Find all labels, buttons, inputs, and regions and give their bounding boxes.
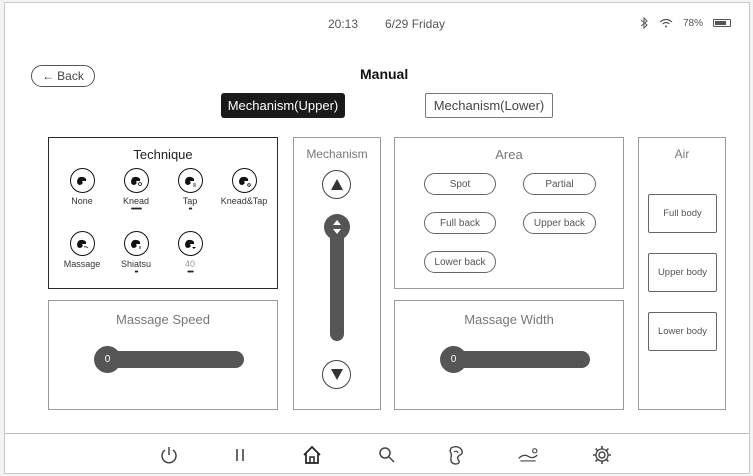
triangle-down-icon <box>330 369 343 380</box>
technique-label: 40 <box>184 259 195 269</box>
hand-knead-icon <box>123 168 149 193</box>
technique-dots: •••• <box>187 269 194 276</box>
status-bar: 20:13 6/29 Friday 78% <box>5 17 749 35</box>
status-icons: 78% <box>639 17 731 29</box>
area-panel: Area Spot Partial Full back Upper back L… <box>394 137 624 289</box>
hand-icon <box>69 168 95 193</box>
area-full-back-button[interactable]: Full back <box>424 212 496 234</box>
technique-label: None <box>71 196 93 206</box>
air-lower-body-button[interactable]: Lower body <box>648 312 717 351</box>
mechanism-position-knob[interactable] <box>324 214 350 240</box>
area-lower-back-button[interactable]: Lower back <box>424 251 496 273</box>
technique-title: Technique <box>133 147 193 162</box>
massage-speed-slider[interactable]: 0 <box>94 346 244 373</box>
power-icon[interactable] <box>158 444 180 466</box>
technique-label: Knead <box>122 196 150 206</box>
air-title: Air <box>674 147 690 161</box>
technique-label: Tap <box>182 196 198 206</box>
foot-massage-icon[interactable] <box>446 444 468 466</box>
massage-width-value: 0 <box>450 354 457 365</box>
technique-dots: ••••••• <box>130 206 142 213</box>
massage-speed-panel: Massage Speed 0 <box>48 300 278 410</box>
technique-dots: •• <box>134 269 139 276</box>
tab-mechanism-lower[interactable]: Mechanism(Lower) <box>425 93 553 118</box>
area-spot-button[interactable]: Spot <box>424 173 496 195</box>
massage-width-panel: Massage Width 0 <box>394 300 624 410</box>
pause-icon[interactable] <box>229 444 251 466</box>
bluetooth-icon <box>639 17 649 29</box>
area-upper-back-button[interactable]: Upper back <box>523 212 596 234</box>
technique-shiatsu[interactable]: Shiatsu •• <box>106 231 166 276</box>
home-icon[interactable] <box>301 444 323 466</box>
status-time: 20:13 <box>328 17 359 31</box>
battery-percent: 78% <box>682 17 703 29</box>
mechanism-up-button[interactable] <box>322 170 351 199</box>
technique-knead[interactable]: Knead ••••••• <box>106 168 166 213</box>
triangle-up-icon <box>330 179 343 190</box>
status-date: 6/29 Friday <box>385 17 446 31</box>
mechanism-panel: Mechanism <box>293 137 381 410</box>
mechanism-title: Mechanism <box>306 147 368 161</box>
back-button[interactable]: ← Back <box>31 65 95 87</box>
massage-speed-title: Massage Speed <box>116 312 210 327</box>
massage-width-title: Massage Width <box>464 312 554 327</box>
air-full-body-button[interactable]: Full body <box>648 194 717 233</box>
area-title: Area <box>495 147 523 162</box>
mechanism-down-button[interactable] <box>322 360 351 389</box>
recline-icon[interactable] <box>517 444 539 466</box>
air-upper-body-button[interactable]: Upper body <box>648 253 717 292</box>
hand-40-icon <box>177 231 203 256</box>
mechanism-position-slider[interactable] <box>324 214 350 341</box>
technique-dots: •• <box>188 206 193 213</box>
hand-tap-icon <box>177 168 203 193</box>
technique-label: Shiatsu <box>120 259 152 269</box>
settings-icon[interactable] <box>591 444 613 466</box>
hand-massage-icon <box>69 231 95 256</box>
page-title: Manual <box>360 66 409 82</box>
technique-tap[interactable]: Tap •• <box>160 168 220 213</box>
back-arrow-icon: ← <box>42 69 55 83</box>
back-button-label: Back <box>57 69 84 83</box>
technique-label: Massage <box>63 259 101 269</box>
massage-speed-value: 0 <box>104 354 111 365</box>
technique-label: Knead&Tap <box>220 196 268 206</box>
hand-shiatsu-icon <box>123 231 149 256</box>
up-down-arrows-icon <box>333 220 341 234</box>
technique-massage[interactable]: Massage <box>52 231 112 269</box>
area-partial-button[interactable]: Partial <box>523 173 596 195</box>
technique-40[interactable]: 40 •••• <box>160 231 220 276</box>
technique-panel: Technique None Knead ••••••• Tap •• Knea… <box>48 137 278 289</box>
search-icon[interactable] <box>376 444 398 466</box>
massage-width-knob[interactable]: 0 <box>440 346 467 373</box>
battery-icon <box>713 19 731 27</box>
tab-mechanism-upper[interactable]: Mechanism(Upper) <box>221 93 345 118</box>
technique-none[interactable]: None <box>52 168 112 206</box>
air-panel: Air Full body Upper body Lower body <box>638 137 726 410</box>
technique-knead-tap[interactable]: Knead&Tap <box>214 168 274 206</box>
app-screen: 20:13 6/29 Friday 78% ← Back Manual Mech… <box>4 2 750 474</box>
massage-speed-knob[interactable]: 0 <box>94 346 121 373</box>
hand-knead-tap-icon <box>231 168 257 193</box>
bottom-divider <box>5 433 749 434</box>
wifi-icon <box>659 18 673 28</box>
massage-width-slider[interactable]: 0 <box>440 346 590 373</box>
